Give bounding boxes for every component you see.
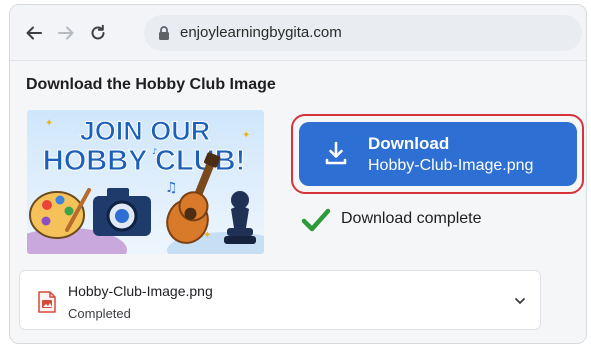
url-text: enjoylearningbygita.com	[180, 24, 342, 41]
page-content: Download the Hobby Club Image ✦ ✦ ♪ ♫ ✦ …	[10, 62, 586, 343]
lock-icon	[159, 26, 169, 40]
file-image-icon	[38, 291, 56, 313]
download-icon	[325, 141, 347, 165]
download-item[interactable]: Hobby-Club-Image.png Completed	[19, 270, 541, 330]
download-item-status: Completed	[68, 306, 131, 321]
chevron-down-icon[interactable]	[512, 293, 528, 309]
forward-arrow-icon[interactable]	[54, 21, 78, 45]
download-complete-status: Download complete	[341, 210, 482, 227]
download-button-filename: Hobby-Club-Image.png	[368, 157, 534, 174]
back-arrow-icon[interactable]	[22, 21, 46, 45]
svg-text:✦: ✦	[242, 130, 250, 141]
reload-icon[interactable]	[86, 21, 110, 45]
browser-window: enjoylearningbygita.com Download the Hob…	[9, 4, 587, 344]
checkmark-icon	[301, 208, 331, 232]
download-button-label: Download	[368, 134, 450, 153]
svg-text:♫: ♫	[165, 180, 178, 196]
image-headline-line1: JOIN OUR	[80, 116, 211, 146]
page-title: Download the Hobby Club Image	[26, 76, 276, 93]
download-button[interactable]: Download Hobby-Club-Image.png	[299, 122, 577, 186]
address-bar[interactable]: enjoylearningbygita.com	[144, 15, 582, 51]
hobby-club-image: ✦ ✦ ♪ ♫ ✦ JOIN OUR HOBBY CLUB!	[27, 110, 264, 254]
download-item-filename: Hobby-Club-Image.png	[68, 283, 213, 299]
browser-toolbar: enjoylearningbygita.com	[10, 5, 586, 61]
svg-text:✦: ✦	[45, 118, 53, 129]
